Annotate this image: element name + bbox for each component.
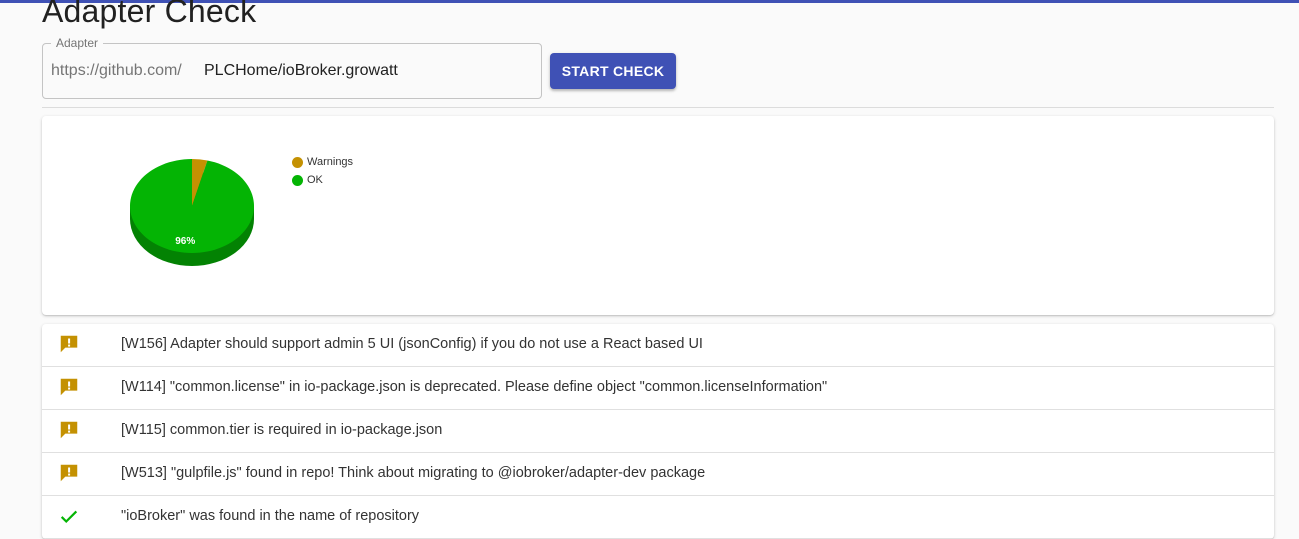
result-row: "ioBroker" was found in the name of repo…: [42, 496, 1274, 539]
legend-label: OK: [307, 174, 323, 186]
result-row: [W115] common.tier is required in io-pac…: [42, 410, 1274, 453]
result-text: [W115] common.tier is required in io-pac…: [121, 422, 443, 438]
results-list: [W156] Adapter should support admin 5 UI…: [42, 324, 1274, 539]
legend-item-warnings[interactable]: Warnings: [292, 153, 353, 171]
adapter-input[interactable]: [204, 59, 524, 83]
result-row: [W114] "common.license" in io-package.js…: [42, 367, 1274, 410]
result-row: [W156] Adapter should support admin 5 UI…: [42, 324, 1274, 367]
page-title: Adapter Check: [42, 0, 257, 29]
result-row: [W513] "gulpfile.js" found in repo! Thin…: [42, 453, 1274, 496]
result-text: "ioBroker" was found in the name of repo…: [121, 508, 420, 524]
start-check-button[interactable]: START CHECK: [550, 53, 676, 89]
adapter-check-page: Adapter Check Adapter https://github.com…: [0, 0, 1299, 539]
warning-icon: [58, 333, 80, 355]
warning-icon: [58, 419, 80, 441]
legend-item-ok[interactable]: OK: [292, 171, 353, 189]
legend-marker: [292, 156, 303, 168]
pie-chart: 96%: [129, 159, 254, 266]
adapter-field[interactable]: Adapter https://github.com/: [42, 36, 542, 99]
divider: [42, 107, 1274, 108]
result-text: [W156] Adapter should support admin 5 UI…: [121, 336, 703, 352]
adapter-field-label: Adapter: [51, 36, 104, 50]
pie-data-label: 96%: [175, 236, 195, 247]
legend-marker: [292, 174, 303, 186]
warning-icon: [58, 376, 80, 398]
check-icon: [58, 505, 80, 527]
result-text: [W114] "common.license" in io-package.js…: [121, 379, 828, 395]
chart-legend: Warnings OK: [292, 153, 353, 189]
legend-label: Warnings: [307, 156, 354, 168]
adapter-url-prefix: https://github.com/: [51, 62, 182, 79]
results-chart-card: 96% Warnings OK: [42, 116, 1274, 315]
result-text: [W513] "gulpfile.js" found in repo! Thin…: [121, 465, 706, 481]
warning-icon: [58, 462, 80, 484]
